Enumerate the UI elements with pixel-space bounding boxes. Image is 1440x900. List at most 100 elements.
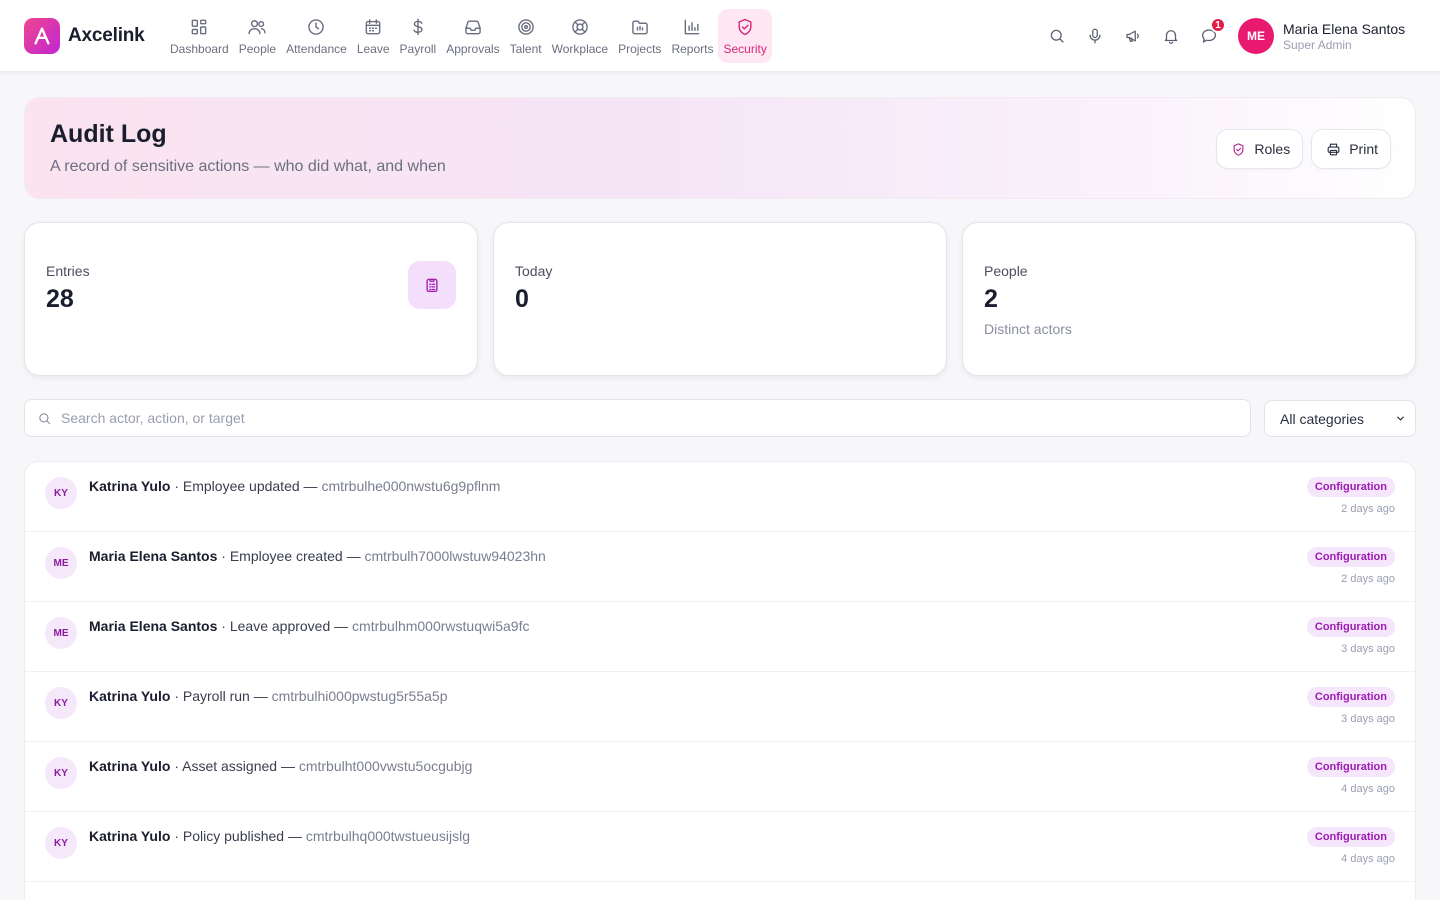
- roles-button-label: Roles: [1254, 141, 1291, 157]
- bar-chart-icon: [685, 19, 700, 34]
- inbox-icon: [465, 19, 481, 34]
- header-actions: 1: [1038, 17, 1228, 52]
- target-id: cmtrbulhi000pwstug5r55a5p: [271, 688, 448, 704]
- print-button-label: Print: [1349, 141, 1378, 157]
- voice-button[interactable]: [1076, 20, 1114, 52]
- action-name: Payroll run: [182, 688, 250, 704]
- main-nav: Dashboard People Attendance Leave Payrol…: [165, 9, 772, 63]
- avatar: ME: [1238, 18, 1274, 54]
- nav-label: People: [238, 41, 277, 56]
- printer-icon: [1327, 143, 1340, 155]
- nav-label: Attendance: [286, 41, 347, 56]
- search-button[interactable]: [1038, 20, 1076, 52]
- brand-logo-icon: [24, 18, 60, 54]
- shield-check-icon: [738, 18, 752, 35]
- entry-summary: Katrina Yulo · Asset assigned — cmtrbulh…: [89, 758, 473, 774]
- announcements-button[interactable]: [1114, 20, 1152, 52]
- action-name: Employee updated: [182, 478, 300, 494]
- audit-log-row[interactable]: KY Katrina Yulo · Employee updated — cmt…: [25, 462, 1415, 532]
- timestamp: 2 days ago: [1341, 503, 1395, 515]
- entry-summary: Katrina Yulo · Employee updated — cmtrbu…: [89, 478, 501, 494]
- audit-log-row[interactable]: ME Maria Elena Santos · Employee created…: [25, 532, 1415, 602]
- nav-item-security[interactable]: Security: [718, 9, 772, 63]
- entry-summary: Katrina Yulo · Policy published — cmtrbu…: [89, 828, 471, 844]
- search-icon: [1050, 29, 1064, 43]
- nav-item-talent[interactable]: Talent: [505, 9, 547, 63]
- nav-label: Workplace: [551, 41, 609, 56]
- user-name: Maria Elena Santos: [1283, 21, 1406, 37]
- nav-item-approvals[interactable]: Approvals: [441, 9, 504, 63]
- action-name: Asset assigned: [182, 758, 278, 774]
- audit-log-row[interactable]: KY Katrina Yulo · Payroll run — cmtrbulh…: [25, 672, 1415, 742]
- entry-summary: Maria Elena Santos · Employee created — …: [89, 548, 546, 564]
- timestamp: 4 days ago: [1341, 853, 1395, 865]
- nav-label: Dashboard: [170, 41, 229, 56]
- stat-hint: Distinct actors: [984, 321, 1072, 337]
- category-badge: Configuration: [1306, 827, 1395, 847]
- target-id: cmtrbulht000vwstu5ocgubjg: [298, 758, 473, 774]
- page-subtitle: A record of sensitive actions — who did …: [50, 158, 446, 175]
- timestamp: 3 days ago: [1341, 713, 1395, 725]
- actor-avatar: KY: [45, 687, 77, 719]
- clock-icon: [308, 18, 325, 35]
- bell-icon: [1164, 30, 1178, 44]
- stat-card-today: Today 0: [493, 222, 947, 376]
- page-header: Audit Log A record of sensitive actions …: [24, 97, 1416, 199]
- nav-item-reports[interactable]: Reports: [666, 9, 718, 63]
- roles-button[interactable]: Roles: [1216, 129, 1304, 169]
- stat-value: 2: [984, 285, 998, 313]
- category-badge: Configuration: [1306, 757, 1395, 777]
- stat-label: Today: [515, 263, 553, 279]
- nav-item-projects[interactable]: Projects: [613, 9, 666, 63]
- category-select[interactable]: All categories: [1264, 400, 1416, 437]
- print-button[interactable]: Print: [1311, 129, 1391, 169]
- audit-log-row[interactable]: KY Katrina Yulo · Asset assigned — cmtrb…: [25, 742, 1415, 812]
- actor-name: Katrina Yulo: [89, 828, 171, 844]
- actor-name: Maria Elena Santos: [89, 548, 218, 564]
- action-name: Policy published: [182, 828, 285, 844]
- target-id: cmtrbulhm000rwstuqwi5a9fc: [352, 618, 530, 634]
- grid-icon: [191, 19, 207, 34]
- target-icon: [517, 18, 534, 35]
- actor-avatar: KY: [45, 827, 77, 859]
- messages-badge: 1: [1210, 17, 1226, 33]
- entry-summary: Katrina Yulo · Payroll run — cmtrbulhi00…: [89, 688, 448, 704]
- megaphone-icon: [1126, 30, 1139, 42]
- nav-label: Talent: [509, 41, 542, 56]
- nav-item-people[interactable]: People: [234, 9, 281, 63]
- brand[interactable]: Axcelink: [24, 18, 145, 54]
- action-name: Leave approved: [229, 618, 331, 634]
- nav-item-workplace[interactable]: Workplace: [547, 9, 613, 63]
- category-badge: Configuration: [1306, 477, 1395, 497]
- folder-icon: [631, 19, 648, 34]
- target-id: cmtrbulhe000nwstu6g9pflnm: [321, 478, 501, 494]
- category-badge: Configuration: [1306, 687, 1395, 707]
- page-actions: Roles Print: [1208, 129, 1391, 169]
- nav-item-attendance[interactable]: Attendance: [281, 9, 352, 63]
- nav-item-dashboard[interactable]: Dashboard: [165, 9, 234, 63]
- nav-label: Approvals: [446, 41, 500, 56]
- stat-value: 0: [515, 285, 529, 313]
- shield-icon: [1233, 142, 1244, 156]
- nav-label: Security: [723, 41, 767, 56]
- category-select-value: All categories: [1280, 410, 1365, 427]
- search-icon: [39, 412, 51, 424]
- target-id: cmtrbulhq000twstueusijslg: [305, 828, 471, 844]
- search-input[interactable]: [61, 410, 1211, 426]
- nav-item-payroll[interactable]: Payroll: [395, 9, 442, 63]
- audit-log-row[interactable]: KY Katrina Yulo · Policy published — cmt…: [25, 812, 1415, 882]
- brand-name: Axcelink: [68, 25, 145, 46]
- messages-button[interactable]: 1: [1190, 17, 1228, 52]
- nav-label: Leave: [356, 41, 390, 56]
- actor-name: Katrina Yulo: [89, 688, 171, 704]
- user-menu[interactable]: ME Maria Elena Santos Super Admin: [1238, 18, 1405, 54]
- actor-avatar: ME: [45, 617, 77, 649]
- audit-log-row[interactable]: ME Maria Elena Santos · Leave approved —…: [25, 602, 1415, 672]
- nav-item-leave[interactable]: Leave: [352, 9, 395, 63]
- category-badge: Configuration: [1306, 547, 1395, 567]
- timestamp: 3 days ago: [1341, 643, 1395, 655]
- user-role: Super Admin: [1283, 38, 1352, 52]
- chevron-down-icon: [1397, 416, 1404, 421]
- notifications-button[interactable]: [1152, 20, 1190, 52]
- nav-label: Payroll: [399, 41, 437, 56]
